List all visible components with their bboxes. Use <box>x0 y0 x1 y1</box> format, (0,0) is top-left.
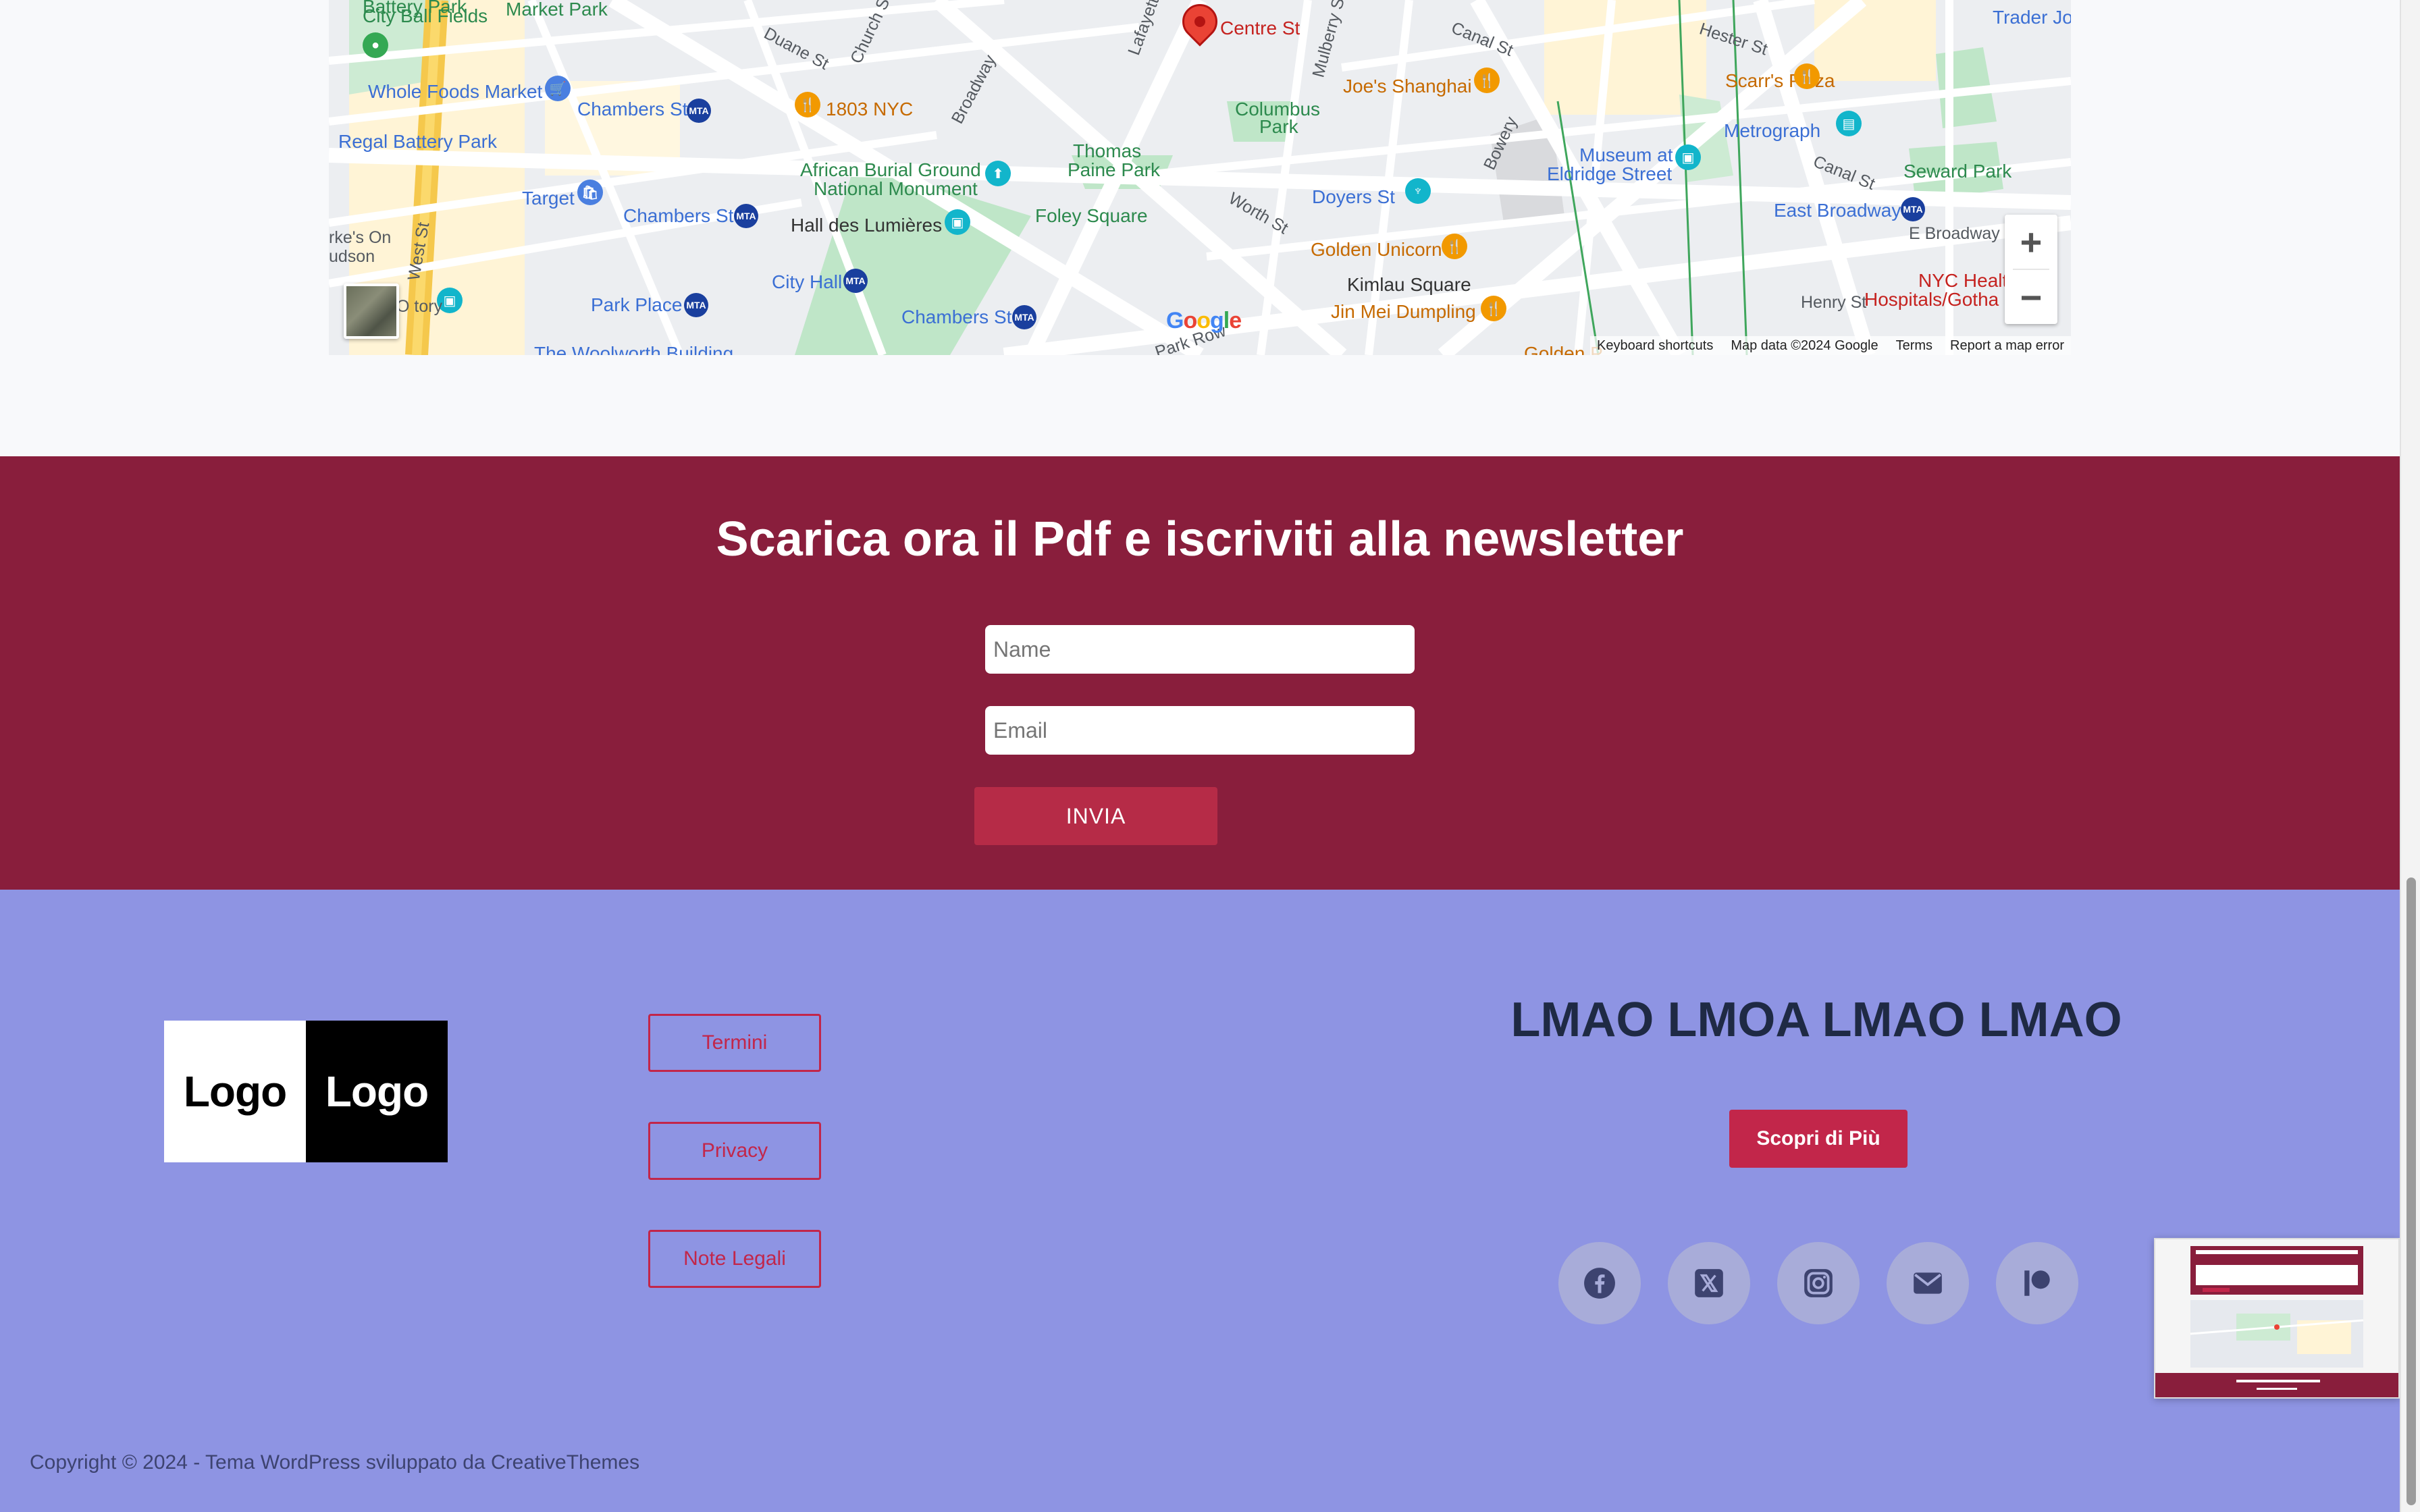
patreon-icon[interactable] <box>1996 1242 2078 1324</box>
satellite-view-toggle[interactable] <box>344 284 399 339</box>
park-pin-icon[interactable]: ● <box>363 32 388 58</box>
discover-more-button[interactable]: Scopri di Più <box>1729 1110 1908 1168</box>
map-label: Golden Unicorn <box>1311 239 1442 260</box>
map-label: Eldridge Street <box>1547 163 1673 184</box>
museum-poi-icon[interactable]: ▣ <box>945 209 970 235</box>
map-label: Foley Square <box>1035 205 1148 226</box>
restaurant-poi-icon[interactable]: 🍴 <box>1794 63 1820 89</box>
shopping-poi-icon[interactable]: 🛍 <box>577 180 603 205</box>
map-label: Jin Mei Dumpling <box>1331 301 1476 322</box>
map-label: African Burial Ground <box>800 159 981 180</box>
map-label: NYC Healt <box>1918 270 2008 291</box>
map-data-label: Map data ©2024 Google <box>1731 338 1878 353</box>
map-label: Museum at <box>1579 144 1673 165</box>
map-label: udson <box>329 247 375 266</box>
zoom-out-button[interactable]: − <box>2005 270 2057 324</box>
map-label: O tory <box>396 297 443 316</box>
restaurant-poi-icon[interactable]: 🍴 <box>1481 296 1506 321</box>
newsletter-section: Scarica ora il Pdf e iscriviti alla news… <box>0 456 2400 890</box>
scrollbar-thumb[interactable] <box>2406 878 2416 1505</box>
map-label: Whole Foods Market <box>368 81 543 102</box>
map-label: Park <box>1259 116 1298 137</box>
privacy-link[interactable]: Privacy <box>648 1122 821 1180</box>
pin-label: Centre St <box>1220 18 1300 38</box>
map-label: Trader Jo <box>1993 7 2071 28</box>
map-label: Chambers St <box>577 99 688 119</box>
zoom-control: + − <box>2005 215 2057 324</box>
map-label: Regal Battery Park <box>338 131 497 152</box>
map-label: Park Place <box>591 294 683 315</box>
map-label: Target <box>522 188 575 209</box>
keyboard-shortcuts-link[interactable]: Keyboard shortcuts <box>1597 338 1713 354</box>
subway-icon[interactable]: MTA <box>687 99 711 123</box>
poi-icon[interactable]: ♆ <box>1405 178 1431 204</box>
museum-poi-icon[interactable]: ▣ <box>1675 144 1701 170</box>
map-label: Chambers St <box>901 306 1012 327</box>
map-label: Hall des Lumières <box>791 215 943 236</box>
map-label: Kimlau Square <box>1347 274 1471 295</box>
map-label: rke's On <box>329 228 392 247</box>
site-footer: Logo Logo Termini Privacy Note Legali LM… <box>0 890 2400 1512</box>
map-label: Hospitals/Gotha <box>1864 289 1999 310</box>
map-label: City Hall <box>772 271 843 292</box>
subway-icon[interactable]: MTA <box>734 204 758 228</box>
map-label: E Broadway <box>1909 224 2000 243</box>
map-label: Seward Park <box>1903 161 2012 182</box>
map-label: Metrograph <box>1724 120 1821 141</box>
x-icon[interactable] <box>1668 1242 1750 1324</box>
preview-image <box>2155 1239 2398 1397</box>
instagram-icon[interactable] <box>1777 1242 1860 1324</box>
scrollbar[interactable] <box>2400 0 2420 1512</box>
subway-icon[interactable]: MTA <box>684 293 708 317</box>
logo[interactable]: Logo <box>164 1021 306 1162</box>
cinema-poi-icon[interactable]: ▤ <box>1836 111 1862 136</box>
map-label: East Broadway <box>1774 200 1901 221</box>
name-input[interactable] <box>985 625 1415 674</box>
footer-heading: LMAO LMOA LMAO LMAO <box>1510 993 2122 1047</box>
zoom-in-button[interactable]: + <box>2005 215 2057 269</box>
shopping-poi-icon[interactable]: 🛒 <box>545 76 571 101</box>
map-label: Paine Park <box>1068 159 1160 180</box>
terms-link[interactable]: Termini <box>648 1014 821 1072</box>
subway-icon[interactable]: MTA <box>843 269 868 293</box>
email-icon[interactable] <box>1887 1242 1969 1324</box>
report-error-link[interactable]: Report a map error <box>1950 338 2064 354</box>
map-label: 1803 NYC <box>826 99 914 119</box>
facebook-icon[interactable] <box>1558 1242 1641 1324</box>
map-label: Thomas <box>1073 140 1142 161</box>
map-label: The Woolworth Building <box>534 343 734 356</box>
map-label: National Monument <box>814 178 978 199</box>
map-attribution-bar: Keyboard shortcuts Map data ©2024 Google… <box>1590 336 2071 355</box>
map-label: Joe's Shanghai <box>1343 76 1472 97</box>
restaurant-poi-icon[interactable]: 🍴 <box>1442 234 1467 259</box>
map-label: City Ball Fields <box>363 5 488 26</box>
google-logo: Google <box>1166 308 1242 333</box>
map-label: Market Park <box>506 0 608 20</box>
page-preview-thumbnail[interactable] <box>2154 1238 2400 1399</box>
restaurant-poi-icon[interactable]: 🍴 <box>795 92 820 117</box>
submit-button[interactable]: INVIA <box>974 787 1217 845</box>
map-label: Chambers St <box>623 205 734 226</box>
monument-poi-icon[interactable]: ⬆ <box>985 161 1011 186</box>
copyright-text: Copyright © 2024 - Tema WordPress svilup… <box>30 1451 640 1474</box>
map-embed[interactable]: Battery Park City Ball Fields Market Par… <box>329 0 2071 355</box>
email-input[interactable] <box>985 706 1415 755</box>
subway-icon[interactable]: MTA <box>1901 197 1925 221</box>
restaurant-poi-icon[interactable]: 🍴 <box>1474 68 1500 93</box>
map-label: Henry St <box>1801 293 1867 312</box>
logo[interactable]: Logo <box>306 1021 448 1162</box>
map-label: Doyers St <box>1312 186 1395 207</box>
newsletter-title: Scarica ora il Pdf e iscriviti alla news… <box>716 512 1684 566</box>
legal-notes-link[interactable]: Note Legali <box>648 1230 821 1288</box>
subway-icon[interactable]: MTA <box>1012 305 1036 329</box>
terms-link[interactable]: Terms <box>1896 338 1932 354</box>
